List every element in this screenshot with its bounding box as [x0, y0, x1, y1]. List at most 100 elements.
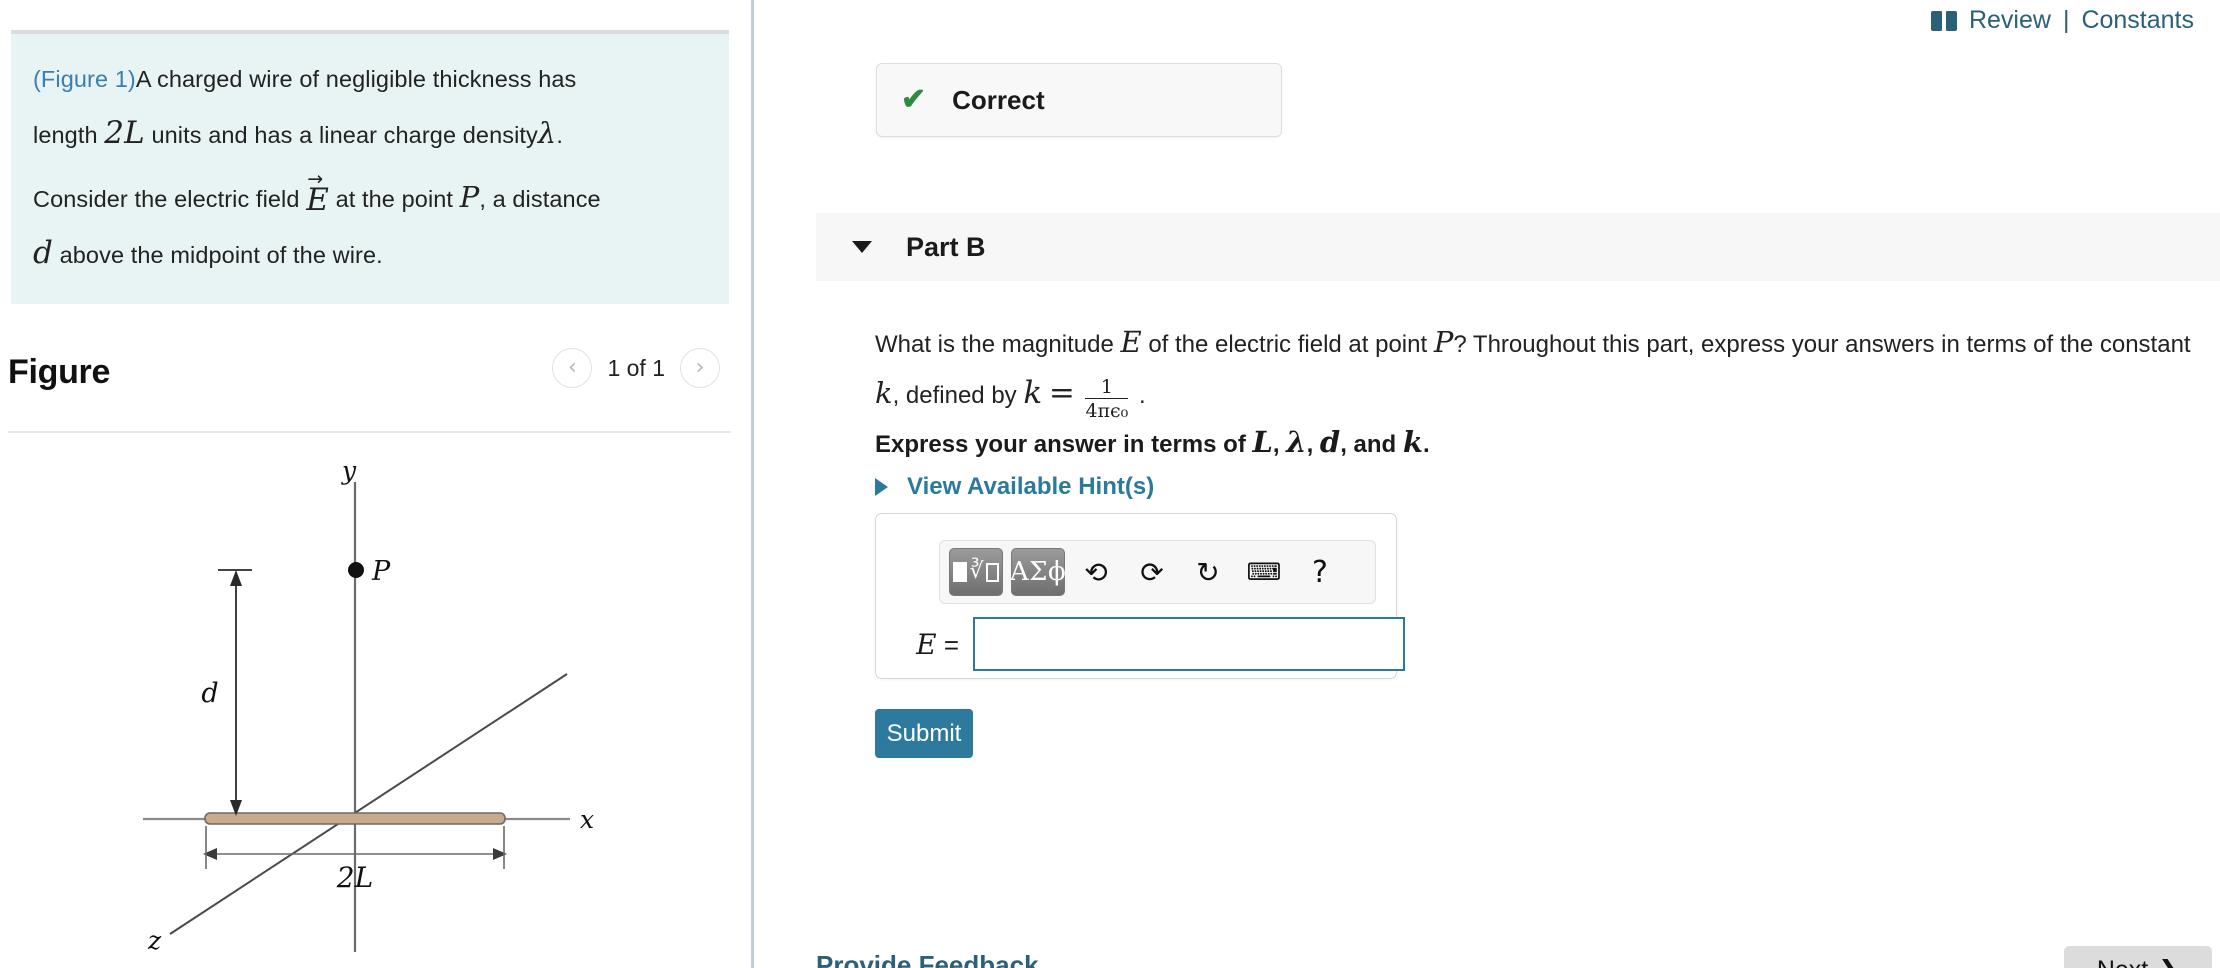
figure-navigation: ‹ 1 of 1 › — [552, 348, 720, 388]
math-P-inline: P — [1433, 325, 1454, 359]
radical-icon: ∛ — [969, 559, 984, 584]
statement-text-g: above the midpoint of the wire. — [59, 242, 383, 268]
math-d: d — [33, 235, 53, 271]
math-P: P — [459, 180, 480, 214]
statement-text-c: units and has a linear charge density — [151, 122, 538, 148]
express-prefix: Express your answer in terms of — [875, 431, 1246, 458]
fraction-denominator: 4πϵ₀ — [1085, 398, 1129, 422]
constants-link[interactable]: Constants — [2081, 6, 2194, 35]
point-P-marker — [348, 562, 364, 578]
undo-icon[interactable]: ⟲ — [1071, 548, 1121, 596]
problem-statement-line-3: Consider the electric field → E at the po… — [33, 170, 707, 226]
math-equals: = — [1048, 375, 1075, 411]
next-label: Next — [2097, 956, 2148, 968]
wire-length-label: 2L — [336, 861, 373, 894]
part-b-header[interactable]: Part B — [816, 213, 2220, 281]
template-sqrt-button[interactable]: ∛ — [949, 548, 1003, 596]
greek-symbols-button[interactable]: ΑΣϕ — [1009, 548, 1067, 596]
distance-d-label: d — [201, 678, 218, 709]
status-label: Correct — [952, 84, 1045, 115]
help-icon[interactable]: ? — [1295, 548, 1345, 596]
math-E-vector: → E — [306, 170, 329, 216]
view-hints-label: View Available Hint(s) — [907, 473, 1155, 500]
wire-field-diagram: y x z P d 2L — [143, 456, 594, 955]
question-part-3: ? Throughout this part, express your ans… — [1453, 331, 2191, 358]
answer-input[interactable] — [973, 617, 1405, 671]
book-icon — [1930, 10, 1957, 31]
question-text: What is the magnitude E of the electric … — [875, 318, 2205, 422]
y-axis-label: y — [341, 456, 357, 485]
next-button[interactable]: Next ❯ — [2064, 946, 2212, 968]
math-k-definition: k — [1023, 375, 1043, 411]
reset-icon[interactable]: ↻ — [1183, 548, 1233, 596]
question-part-4: , defined by — [892, 382, 1017, 409]
review-link[interactable]: Review — [1969, 6, 2051, 35]
problem-statement-line-2: length 2L units and has a linear charge … — [33, 106, 707, 162]
math-toolbar: ∛ ΑΣϕ ⟲ ⟳ ↻ ⌨ ? — [939, 540, 1376, 604]
figure-header: Figure ‹ 1 of 1 › — [8, 348, 736, 410]
answer-equals: = — [943, 629, 959, 660]
check-icon: ✔ — [901, 83, 927, 116]
keyboard-icon[interactable]: ⌨ — [1239, 548, 1289, 596]
problem-statement-box: (Figure 1)A charged wire of negligible t… — [11, 30, 729, 304]
redo-icon[interactable]: ⟳ — [1127, 548, 1177, 596]
review-constants-bar: Review | Constants — [1930, 6, 2194, 35]
problem-page: (Figure 1)A charged wire of negligible t… — [0, 0, 2220, 968]
math-lambda: λ — [537, 116, 557, 150]
statement-period-1: . — [556, 122, 564, 148]
math-var-d: d — [1319, 425, 1341, 459]
figure-divider — [8, 431, 731, 433]
figure-title: Figure — [8, 353, 111, 391]
z-axis — [169, 673, 568, 935]
statement-text-b: length — [33, 122, 98, 148]
math-var-lambda: λ — [1286, 425, 1307, 459]
charged-wire — [204, 812, 506, 825]
review-separator: | — [2062, 6, 2070, 34]
fraction-numerator: 1 — [1100, 375, 1113, 398]
statement-text-e: at the point — [335, 186, 454, 212]
express-answer-instruction: Express your answer in terms of L, λ, d,… — [875, 425, 1430, 459]
figure-reference-link[interactable]: (Figure 1) — [33, 66, 136, 92]
figure-next-button[interactable]: › — [680, 348, 720, 388]
provide-feedback-link[interactable]: Provide Feedback — [816, 950, 1039, 968]
hollow-box-icon — [985, 562, 999, 582]
x-axis-label: x — [580, 805, 594, 834]
problem-statement-line-1: (Figure 1)A charged wire of negligible t… — [33, 52, 707, 106]
math-E-inline: E — [1120, 325, 1142, 359]
filled-box-icon — [953, 562, 968, 582]
statement-text-d: Consider the electric field — [33, 186, 300, 212]
submit-button[interactable]: Submit — [875, 709, 973, 758]
answer-row: E = — [893, 617, 1405, 671]
math-2L: 2L — [104, 115, 145, 151]
length-arrow-left — [203, 848, 217, 860]
figure-prev-button[interactable]: ‹ — [552, 348, 593, 388]
chevron-right-icon: ❯ — [2158, 955, 2179, 968]
vector-arrow-icon: → — [307, 168, 324, 190]
greek-icon: ΑΣϕ — [1009, 557, 1067, 587]
express-conj: , and — [1340, 431, 1397, 458]
figure-panel: (Figure 1)A charged wire of negligible t… — [0, 0, 752, 968]
question-part-1: What is the magnitude — [875, 331, 1114, 358]
answer-variable-label: E = — [893, 628, 959, 661]
math-var-k: k — [1402, 425, 1423, 459]
caret-down-icon[interactable] — [852, 241, 872, 253]
z-axis-label: z — [147, 926, 162, 955]
math-var-L: L — [1252, 425, 1273, 459]
status-banner-correct: ✔ Correct — [876, 63, 1282, 137]
length-arrow-right — [493, 848, 507, 860]
distance-arrow-head-top — [230, 570, 242, 586]
math-k-inline: k — [875, 376, 893, 410]
view-hints-toggle[interactable]: View Available Hint(s) — [875, 473, 1154, 501]
answer-entry-card: ∛ ΑΣϕ ⟲ ⟳ ↻ ⌨ ? E = — [875, 513, 1405, 679]
caret-right-icon[interactable] — [875, 478, 888, 496]
answer-variable: E — [916, 627, 937, 661]
statement-text-a: A charged wire of negligible thickness h… — [135, 66, 577, 92]
question-part-5: . — [1138, 382, 1146, 409]
point-P-label: P — [371, 556, 391, 587]
problem-panel: Review | Constants ✔ Correct Part B What… — [754, 0, 2220, 968]
problem-statement-line-4: d above the midpoint of the wire. — [33, 226, 707, 282]
question-part-2: of the electric field at point — [1148, 331, 1428, 358]
figure-page-count: 1 of 1 — [607, 354, 665, 381]
express-suffix: . — [1422, 431, 1430, 458]
part-title: Part B — [906, 231, 986, 262]
